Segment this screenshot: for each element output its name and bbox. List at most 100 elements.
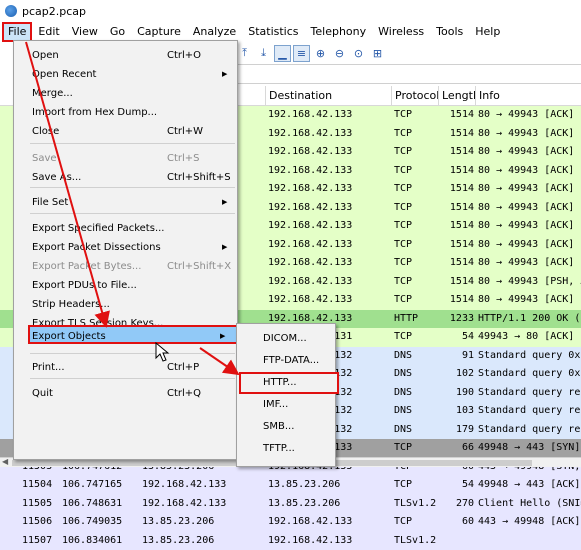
autoscroll-icon[interactable]: ▁	[274, 45, 291, 62]
menu-separator	[30, 187, 235, 188]
table-row[interactable]: 11505106.748631192.168.42.13313.85.23.20…	[0, 495, 581, 514]
menu-analyze[interactable]: Analyze	[187, 22, 242, 42]
menu-capture[interactable]: Capture	[131, 22, 187, 42]
table-row[interactable]: 11507106.83406113.85.23.206192.168.42.13…	[0, 532, 581, 550]
export-objects-item-http[interactable]: HTTP...	[239, 372, 339, 394]
packet-protocol: TCP	[394, 291, 444, 310]
menu-telephony[interactable]: Telephony	[305, 22, 373, 42]
menu-item-label: Export Objects	[32, 327, 106, 346]
packet-length: 1514	[444, 106, 474, 125]
column-length[interactable]: Lengtl	[438, 86, 475, 106]
menu-item-shortcut: Ctrl+W	[167, 122, 203, 141]
menu-wireless[interactable]: Wireless	[372, 22, 430, 42]
menu-separator	[30, 143, 235, 144]
file-menu-item-export-packet-dissections[interactable]: Export Packet Dissections▶	[14, 238, 237, 257]
menu-item-shortcut: Ctrl+Shift+X	[167, 257, 231, 276]
file-menu-item-open[interactable]: OpenCtrl+O	[14, 46, 237, 65]
display-filter-input[interactable]	[236, 64, 581, 84]
colorize-icon[interactable]: ≡	[293, 45, 310, 62]
menu-item-label: Export Packet Bytes...	[32, 257, 141, 276]
column-protocol[interactable]: Protocol	[391, 86, 438, 106]
file-menu-item-save[interactable]: SaveCtrl+S	[14, 149, 237, 168]
export-objects-item-dicom[interactable]: DICOM...	[237, 328, 335, 350]
file-menu-item-close[interactable]: CloseCtrl+W	[14, 122, 237, 141]
menu-bar: File Edit View Go Capture Analyze Statis…	[0, 22, 581, 42]
packet-length: 270	[444, 495, 474, 514]
packet-length: 91	[444, 347, 474, 366]
packet-destination: 192.168.42.133	[268, 254, 392, 273]
menu-help[interactable]: Help	[469, 22, 506, 42]
menu-edit[interactable]: Edit	[32, 22, 65, 42]
packet-info: 80 → 49943 [ACK] S	[478, 162, 581, 181]
menu-view[interactable]: View	[66, 22, 104, 42]
go-last-icon[interactable]: ⤓	[255, 45, 272, 62]
file-menu-item-merge[interactable]: Merge...	[14, 84, 237, 103]
packet-protocol: TCP	[394, 476, 444, 495]
column-info[interactable]: Info	[475, 86, 581, 106]
packet-info: Standard query res	[478, 421, 581, 440]
file-menu-item-file-set[interactable]: File Set▶	[14, 193, 237, 212]
file-menu: OpenCtrl+OOpen Recent▶Merge...Import fro…	[13, 40, 238, 460]
packet-destination: 192.168.42.133	[268, 199, 392, 218]
packet-length: 1514	[444, 125, 474, 144]
table-row[interactable]: 11504106.747165192.168.42.13313.85.23.20…	[0, 476, 581, 495]
packet-length: 1514	[444, 217, 474, 236]
menu-item-label: Strip Headers...	[32, 295, 110, 314]
packet-destination: 192.168.42.133	[268, 273, 392, 292]
menu-item-label: HTTP...	[263, 374, 297, 392]
zoom-in-icon[interactable]: ⊕	[312, 45, 329, 62]
packet-protocol: DNS	[394, 365, 444, 384]
menu-separator	[30, 378, 235, 379]
zoom-normal-icon[interactable]: ⊙	[350, 45, 367, 62]
packet-number: 11505	[22, 495, 62, 514]
packet-protocol: TCP	[394, 254, 444, 273]
menu-tools[interactable]: Tools	[430, 22, 469, 42]
packet-length: 1233	[444, 310, 474, 329]
scroll-left-icon[interactable]: ◀	[2, 457, 8, 466]
export-objects-item-imf[interactable]: IMF...	[237, 394, 335, 416]
packet-length: 54	[444, 328, 474, 347]
menu-item-label: DICOM...	[263, 328, 307, 350]
menu-go[interactable]: Go	[104, 22, 131, 42]
export-objects-item-ftp-data[interactable]: FTP-DATA...	[237, 350, 335, 372]
packet-number: 11504	[22, 476, 62, 495]
file-menu-item-import-from-hex-dump[interactable]: Import from Hex Dump...	[14, 103, 237, 122]
go-first-icon[interactable]: ⤒	[236, 45, 253, 62]
menu-item-label: Save As...	[32, 168, 81, 187]
packet-length: 1514	[444, 180, 474, 199]
packet-info: 80 → 49943 [ACK] S	[478, 180, 581, 199]
menu-separator	[30, 213, 235, 214]
packet-destination: 192.168.42.133	[268, 217, 392, 236]
packet-info: Standard query 0x	[478, 365, 581, 384]
packet-protocol: TCP	[394, 199, 444, 218]
file-menu-item-export-specified-packets[interactable]: Export Specified Packets...	[14, 219, 237, 238]
file-menu-item-open-recent[interactable]: Open Recent▶	[14, 65, 237, 84]
packet-destination: 13.85.23.206	[268, 495, 392, 514]
file-menu-item-quit[interactable]: QuitCtrl+Q	[14, 384, 237, 403]
packet-length: 1514	[444, 273, 474, 292]
packet-info: 80 → 49943 [ACK] S	[478, 125, 581, 144]
file-menu-item-export-pdus-to-file[interactable]: Export PDUs to File...	[14, 276, 237, 295]
file-menu-item-strip-headers[interactable]: Strip Headers...	[14, 295, 237, 314]
submenu-arrow-icon: ▶	[222, 193, 227, 212]
column-destination[interactable]: Destination	[265, 86, 392, 106]
table-row[interactable]: 11506106.74903513.85.23.206192.168.42.13…	[0, 513, 581, 532]
resize-columns-icon[interactable]: ⊞	[369, 45, 386, 62]
menu-item-label: Save	[32, 149, 57, 168]
menu-statistics[interactable]: Statistics	[242, 22, 304, 42]
file-menu-item-print[interactable]: Print...Ctrl+P	[14, 358, 237, 377]
packet-length: 54	[444, 476, 474, 495]
file-menu-item-export-objects[interactable]: Export Objects▶	[28, 325, 244, 344]
file-menu-item-export-packet-bytes[interactable]: Export Packet Bytes... Ctrl+Shift+X	[14, 257, 237, 276]
export-objects-item-smb[interactable]: SMB...	[237, 416, 335, 438]
export-objects-item-tftp[interactable]: TFTP...	[237, 438, 335, 460]
packet-destination: 192.168.42.133	[268, 180, 392, 199]
file-menu-item-save-as[interactable]: Save As... Ctrl+Shift+S	[14, 168, 237, 187]
menu-item-shortcut: Ctrl+Shift+S	[167, 168, 231, 187]
packet-info: Standard query res	[478, 402, 581, 421]
menu-file[interactable]: File	[2, 22, 32, 42]
packet-info: 80 → 49943 [ACK] S	[478, 143, 581, 162]
packet-source: 192.168.42.133	[142, 495, 266, 514]
packet-source: 13.85.23.206	[142, 532, 266, 550]
zoom-out-icon[interactable]: ⊖	[331, 45, 348, 62]
